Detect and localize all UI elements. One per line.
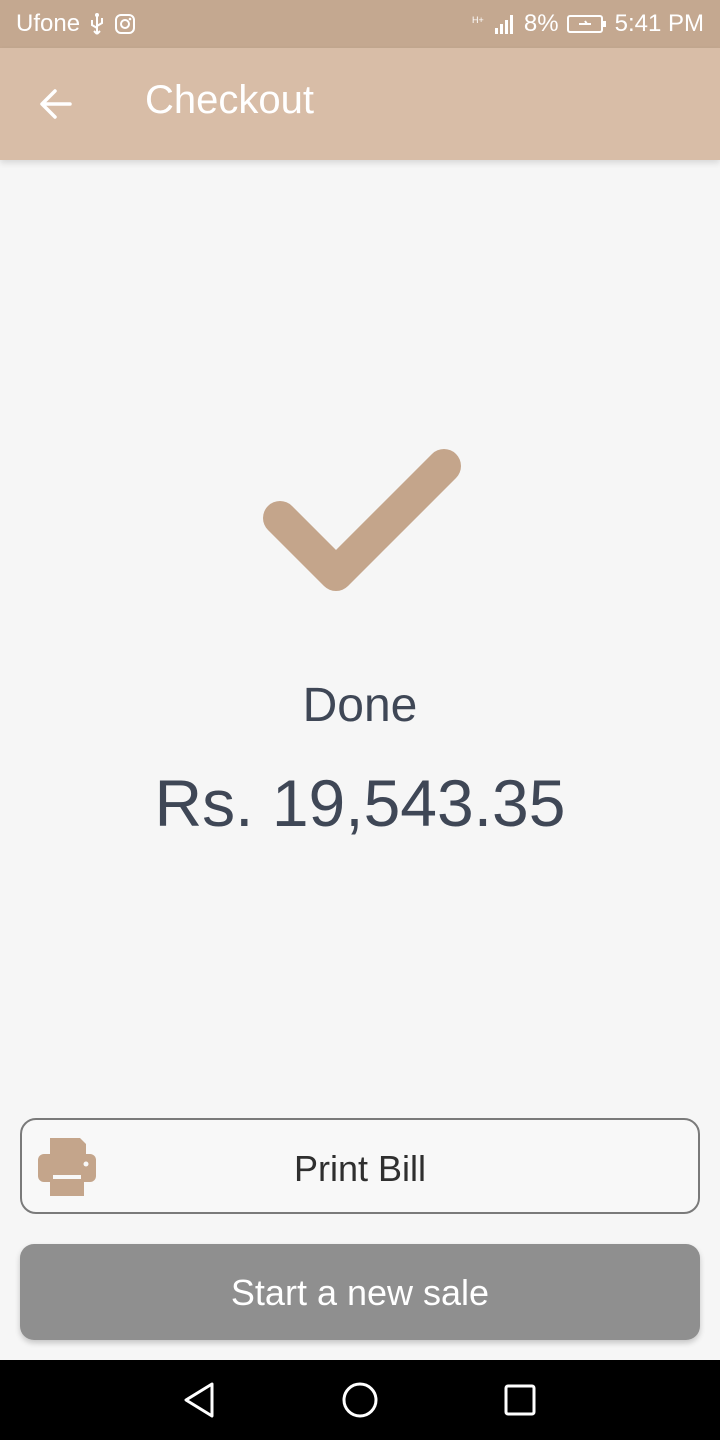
page-title: Checkout [145, 78, 314, 122]
app-bar: Checkout [0, 48, 720, 160]
instagram-icon [114, 13, 136, 35]
status-left: Ufone [16, 10, 136, 38]
network-type-icon: H+ [472, 14, 486, 34]
home-circle-icon[interactable] [338, 1378, 382, 1422]
status-text: Done [302, 679, 418, 732]
start-new-sale-button[interactable]: Start a new sale [20, 1244, 700, 1340]
clock: 5:41 PM [614, 10, 704, 37]
battery-percent: 8% [523, 10, 559, 37]
usb-icon [88, 12, 106, 36]
print-bill-label: Print Bill [293, 1148, 427, 1189]
svg-text:H+: H+ [472, 15, 484, 25]
start-new-sale-label: Start a new sale [230, 1272, 490, 1313]
battery-charging-icon [566, 13, 607, 35]
system-nav-bar [0, 1360, 720, 1440]
signal-icon [494, 13, 516, 35]
print-bill-button[interactable]: Print Bill [20, 1118, 700, 1214]
checkmark-icon [263, 449, 461, 591]
back-triangle-icon[interactable] [178, 1378, 222, 1422]
carrier-label: Ufone [16, 10, 81, 37]
back-button[interactable] [26, 76, 86, 132]
total-amount: Rs. 19,543.35 [154, 766, 566, 840]
recents-square-icon[interactable] [498, 1378, 542, 1422]
status-bar: Ufone H+ 8% 5:41 PM [0, 0, 720, 48]
arrow-left-icon [40, 89, 72, 119]
status-right: H+ 8% 5:41 PM [472, 10, 704, 38]
